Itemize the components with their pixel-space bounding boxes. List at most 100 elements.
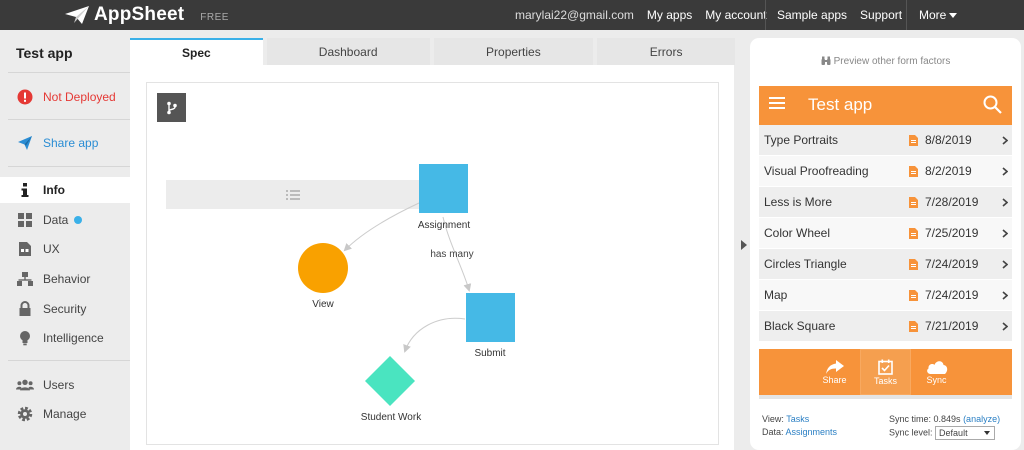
view-link[interactable]: Tasks <box>786 414 809 424</box>
list-item[interactable]: Type Portraits 8/8/2019 <box>759 125 1012 156</box>
analyze-link[interactable]: (analyze) <box>963 414 1000 424</box>
item-name: Map <box>764 288 788 302</box>
list-item[interactable]: Circles Triangle 7/24/2019 <box>759 249 1012 280</box>
item-date: 8/8/2019 <box>925 133 972 147</box>
sidebar-item-behavior[interactable]: Behavior <box>0 266 130 292</box>
sidebar-item-label: Manage <box>43 407 87 421</box>
app-name: Test app <box>16 45 73 61</box>
data-label: Data: <box>762 427 784 437</box>
tab-properties[interactable]: Properties <box>433 38 594 65</box>
search-icon[interactable] <box>983 95 1002 114</box>
caret-down-icon <box>984 431 991 435</box>
tab-errors[interactable]: Errors <box>597 38 735 65</box>
more-label: More <box>919 8 947 22</box>
item-date: 7/24/2019 <box>925 288 979 302</box>
sidebar-item-users[interactable]: Users <box>0 372 130 398</box>
share-arrow-icon <box>825 359 844 374</box>
node-assignment[interactable] <box>419 164 468 213</box>
list-item[interactable]: Less is More 7/28/2019 <box>759 187 1012 218</box>
preview-bottom-nav: Share Tasks Sync <box>759 349 1012 395</box>
preview-list: Type Portraits 8/8/2019 Visual Proofread… <box>759 125 1012 342</box>
sync-time-label: Sync time: 0.849s <box>889 414 961 424</box>
node-view[interactable] <box>298 243 348 293</box>
node-label: View <box>312 299 334 310</box>
sidebar-divider <box>8 166 130 167</box>
collapse-preview-icon[interactable] <box>739 240 749 250</box>
alert-icon <box>16 88 34 106</box>
users-icon <box>16 376 34 394</box>
sidebar-item-label: UX <box>43 242 60 256</box>
item-name: Visual Proofreading <box>764 164 869 178</box>
list-item[interactable]: Map 7/24/2019 <box>759 280 1012 311</box>
nav-label: Share <box>822 374 847 385</box>
sidebar-item-ux[interactable]: UX <box>0 236 130 262</box>
cloud-icon <box>926 360 947 374</box>
sidebar-item-data[interactable]: Data <box>0 207 130 233</box>
editor-tabs: Spec Dashboard Properties Errors <box>130 38 735 65</box>
chevron-right-icon <box>998 166 1012 176</box>
nav-tasks-button[interactable]: Tasks <box>860 349 911 395</box>
chevron-right-icon <box>998 228 1012 238</box>
node-submit[interactable] <box>466 293 515 342</box>
data-link[interactable]: Assignments <box>786 427 838 437</box>
spec-pane: Assignment has many View Submit Student … <box>130 65 734 450</box>
nav-label: Sync <box>926 374 947 385</box>
document-icon <box>901 227 925 239</box>
node-label: Submit <box>474 348 505 359</box>
document-icon <box>901 320 925 332</box>
sidebar-item-info[interactable]: Info <box>0 177 130 203</box>
sidebar-item-manage[interactable]: Manage <box>0 401 130 427</box>
calendar-check-icon <box>878 359 893 375</box>
sidebar-item-label: Data <box>43 213 69 227</box>
brand[interactable]: AppSheet FREE <box>64 4 229 26</box>
spec-graph: Assignment has many View Submit Student … <box>298 164 515 423</box>
nav-divider <box>759 395 1012 399</box>
sample-apps-link[interactable]: Sample apps <box>777 8 847 22</box>
nav-sync-button[interactable]: Sync <box>911 349 962 395</box>
plan-tier: FREE <box>200 11 229 23</box>
deploy-status[interactable]: Not Deployed <box>0 84 130 110</box>
my-apps-link[interactable]: My apps <box>647 8 692 22</box>
binoculars-icon <box>821 56 831 66</box>
form-factors-link[interactable]: Preview other form factors <box>750 56 1021 67</box>
sidebar-item-label: Intelligence <box>43 331 104 345</box>
support-link[interactable]: Support <box>860 8 902 22</box>
gear-icon <box>16 405 34 423</box>
sidebar-item-intelligence[interactable]: Intelligence <box>0 325 130 351</box>
more-menu[interactable]: More <box>919 8 958 22</box>
item-name: Color Wheel <box>764 226 831 240</box>
list-item[interactable]: Visual Proofreading 8/2/2019 <box>759 156 1012 187</box>
data-grid-icon <box>16 211 34 229</box>
list-item[interactable]: Black Square 7/21/2019 <box>759 311 1012 342</box>
item-date: 7/24/2019 <box>925 257 979 271</box>
tab-dashboard[interactable]: Dashboard <box>266 38 430 65</box>
chevron-right-icon <box>998 197 1012 207</box>
view-label: View: <box>762 414 784 424</box>
share-app-link[interactable]: Share app <box>0 130 130 156</box>
sidebar-divider <box>8 119 130 120</box>
document-icon <box>901 196 925 208</box>
hamburger-menu-icon[interactable] <box>769 96 785 110</box>
tab-spec[interactable]: Spec <box>130 38 263 65</box>
app-preview: Preview other form factors Test app Type… <box>750 38 1021 450</box>
item-date: 7/25/2019 <box>925 226 979 240</box>
chevron-right-icon <box>998 259 1012 269</box>
sync-level-label: Sync level: <box>889 427 933 438</box>
node-student-work[interactable] <box>365 356 415 406</box>
paper-plane-icon <box>16 134 34 152</box>
node-label: Assignment <box>418 220 470 231</box>
nav-share-button[interactable]: Share <box>809 349 860 395</box>
caret-down-icon <box>949 13 958 19</box>
item-date: 7/28/2019 <box>925 195 979 209</box>
sidebar-item-security[interactable]: Security <box>0 296 130 322</box>
paper-plane-logo-icon <box>65 6 89 24</box>
document-icon <box>901 134 925 146</box>
my-account-link[interactable]: My account <box>705 8 766 22</box>
list-item[interactable]: Color Wheel 7/25/2019 <box>759 218 1012 249</box>
deploy-status-label: Not Deployed <box>43 90 116 104</box>
sync-level-select[interactable]: Default <box>935 426 996 440</box>
preview-sync-info: Sync time: 0.849s (analyze) Sync level: … <box>889 413 1000 440</box>
item-date: 8/2/2019 <box>925 164 972 178</box>
sidebar-item-label: Users <box>43 378 75 392</box>
edge-label: has many <box>430 249 473 260</box>
